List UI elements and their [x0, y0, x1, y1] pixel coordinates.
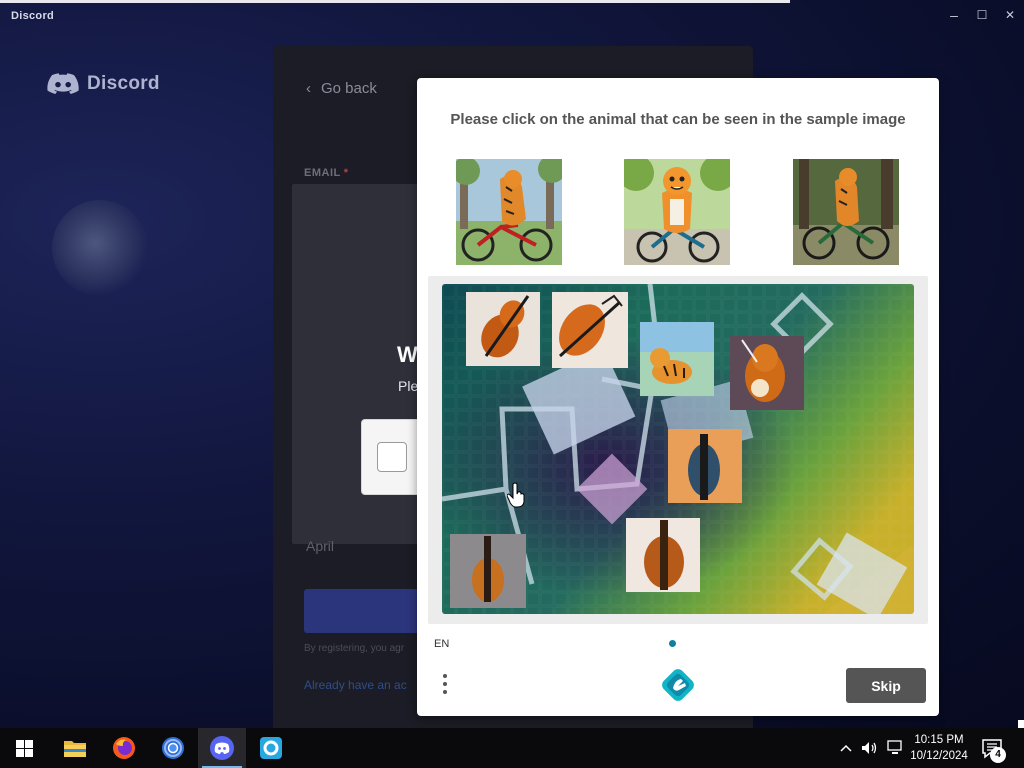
- email-label: EMAIL *: [304, 167, 349, 179]
- violin-tile-1: [466, 292, 540, 366]
- skip-button[interactable]: Skip: [846, 668, 926, 703]
- clock-time: 10:15 PM: [914, 734, 964, 746]
- email-label-text: EMAIL: [304, 167, 341, 179]
- violin-tile-5: [626, 518, 700, 592]
- chrome-icon[interactable]: [149, 728, 197, 768]
- decorative-orb: [52, 200, 148, 296]
- captcha-modal: Please click on the animal that can be s…: [417, 78, 939, 716]
- legal-text: By registering, you agr: [304, 643, 405, 654]
- challenge-image[interactable]: [442, 284, 914, 614]
- window-edge: [1018, 720, 1024, 728]
- violin-tile-4: [668, 429, 742, 503]
- discord-window: Discord – ☐ ✕ Discord ‹ Go back EMAIL * A…: [0, 0, 1024, 728]
- menu-icon[interactable]: [433, 670, 457, 702]
- go-back-label: Go back: [321, 80, 377, 97]
- brand-name: Discord: [87, 73, 160, 94]
- dob-month-select[interactable]: April: [306, 538, 334, 554]
- tiger-tile: [640, 322, 714, 396]
- hcaptcha-logo-icon: [661, 668, 695, 702]
- firefox-icon[interactable]: [100, 728, 148, 768]
- login-link[interactable]: Already have an ac: [304, 678, 407, 692]
- violin-tile-3: [730, 336, 804, 410]
- file-explorer-icon[interactable]: [51, 728, 99, 768]
- captcha-prompt: Please click on the animal that can be s…: [450, 111, 906, 128]
- language-selector[interactable]: EN: [434, 638, 449, 650]
- sample-image-1: [456, 159, 562, 265]
- task-area: [428, 276, 928, 624]
- system-clock[interactable]: 10:15 PM 10/12/2024: [908, 732, 970, 764]
- captcha-checkbox[interactable]: [377, 442, 407, 472]
- notification-badge: 4: [990, 747, 1006, 763]
- violin-tile-6: [450, 534, 526, 608]
- windows-start-icon[interactable]: [16, 740, 33, 757]
- discord-logo-icon: [47, 73, 79, 94]
- network-icon[interactable]: [886, 728, 904, 768]
- verify-title: W: [397, 342, 418, 367]
- discord-icon[interactable]: [198, 728, 246, 768]
- violin-tile-2: [552, 292, 628, 368]
- show-hidden-icons[interactable]: [840, 728, 852, 768]
- app-icon[interactable]: [247, 728, 295, 768]
- sample-image-2: [624, 159, 730, 265]
- verify-subtitle: Ple: [398, 378, 419, 394]
- minimize-button[interactable]: –: [944, 6, 964, 24]
- required-mark: *: [343, 167, 349, 179]
- clock-date: 10/12/2024: [910, 750, 968, 762]
- maximize-button[interactable]: ☐: [972, 6, 992, 24]
- chevron-up-icon: [840, 744, 852, 752]
- hand-cursor-icon: [507, 482, 525, 508]
- volume-icon[interactable]: [861, 728, 879, 768]
- chevron-left-icon: ‹: [306, 80, 311, 97]
- close-button[interactable]: ✕: [1000, 6, 1020, 24]
- window-title: Discord: [11, 10, 55, 22]
- discord-brand: Discord: [47, 72, 160, 96]
- loading-bar: [0, 0, 790, 3]
- taskbar: 10:15 PM 10/12/2024 4: [0, 728, 1024, 768]
- page-indicator: [669, 640, 676, 647]
- sample-image-3: [793, 159, 899, 265]
- go-back-link[interactable]: ‹ Go back: [306, 80, 377, 97]
